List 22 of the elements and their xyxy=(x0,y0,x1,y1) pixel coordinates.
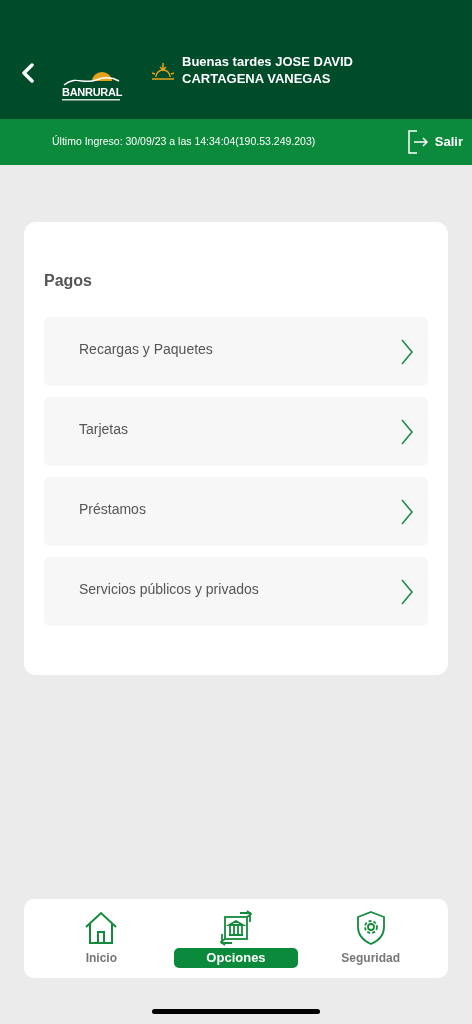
menu-item[interactable]: Servicios públicos y privados xyxy=(44,557,428,626)
nav-tab[interactable]: Inicio xyxy=(39,909,164,968)
nav-tab[interactable]: Opciones xyxy=(174,909,298,968)
nav-tab[interactable]: Seguridad xyxy=(308,909,433,968)
chevron-right-icon xyxy=(400,499,414,525)
sunset-icon xyxy=(151,63,175,81)
bank-exchange-icon xyxy=(218,909,254,946)
shield-gear-icon xyxy=(354,909,387,946)
logo-text: BANRURAL xyxy=(62,87,123,98)
logo-tagline-mark-icon xyxy=(62,99,120,101)
chevron-right-icon xyxy=(400,419,414,445)
last-login-text: Último Ingreso: 30/09/23 a las 14:34:04(190.53.249.203) xyxy=(52,134,316,150)
chevron-right-icon xyxy=(400,339,414,365)
menu-item[interactable]: Recargas y Paquetes xyxy=(44,317,428,386)
logout-icon xyxy=(407,130,428,154)
sun-hills-logo-icon xyxy=(62,71,120,87)
greeting-text: Buenas tardes JOSE DAVID CARTAGENA VANEGAS xyxy=(182,53,354,87)
chevron-right-icon xyxy=(400,579,414,605)
menu-item[interactable]: Tarjetas xyxy=(44,397,428,466)
menu-item[interactable]: Préstamos xyxy=(44,477,428,546)
section-title: Pagos xyxy=(44,271,93,291)
logout-button[interactable]: Salir xyxy=(407,130,463,154)
